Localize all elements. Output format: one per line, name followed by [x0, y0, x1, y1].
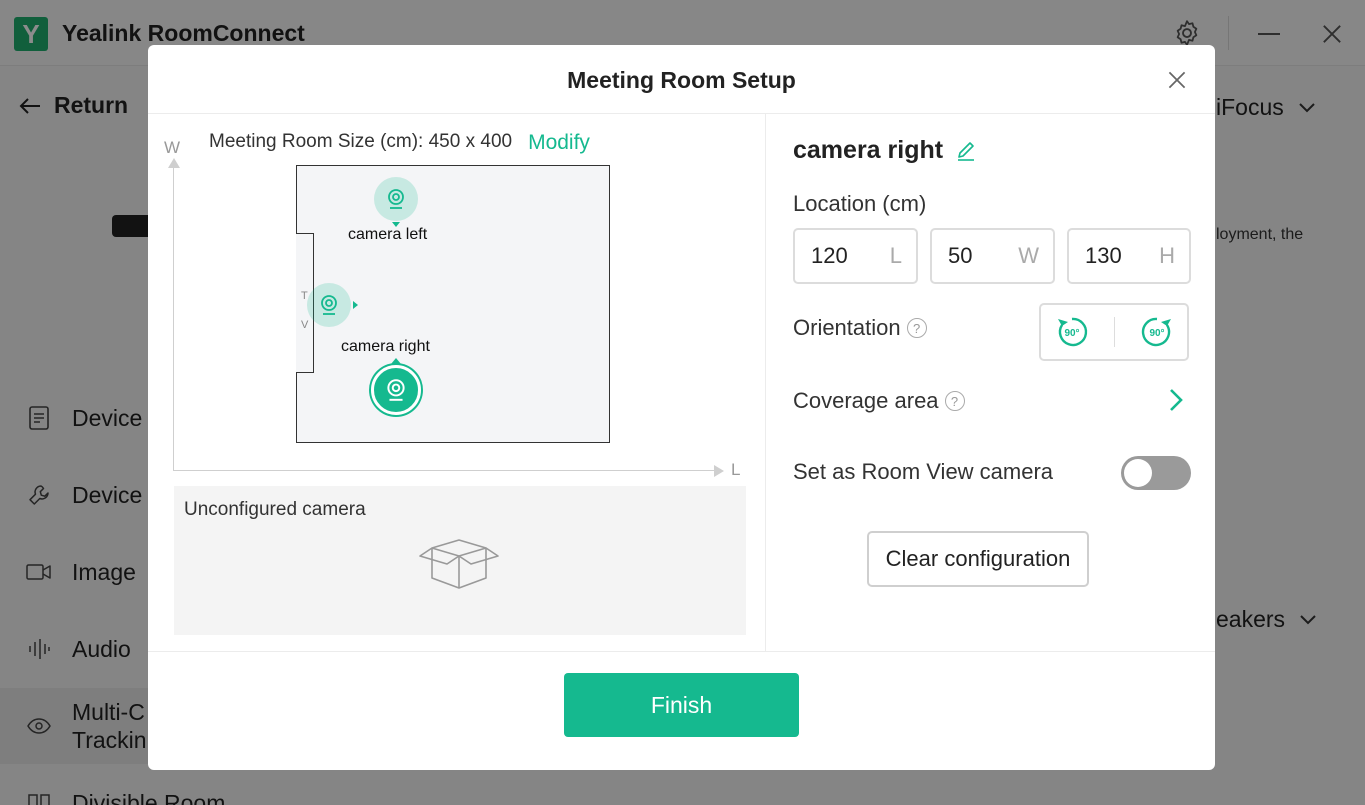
edit-pencil-icon[interactable] — [955, 140, 977, 162]
camera-right-marker[interactable] — [371, 365, 421, 415]
webcam-icon — [387, 379, 405, 401]
dialog-close-icon[interactable] — [1164, 67, 1190, 93]
rotate-right-button[interactable]: 90° — [1138, 313, 1176, 351]
camera-name-row: camera right — [793, 136, 977, 165]
room-size-row: Meeting Room Size (cm): 450 x 400 Modify — [209, 131, 590, 155]
modify-room-size-link[interactable]: Modify — [528, 131, 590, 155]
camera-name: camera right — [793, 136, 944, 164]
axis-w-label: W — [164, 138, 181, 157]
axis-l-line — [173, 470, 718, 471]
location-h-value: 130 — [1085, 243, 1122, 268]
axis-w-line — [173, 163, 174, 471]
help-icon[interactable]: ? — [906, 318, 927, 338]
clear-configuration-button[interactable]: Clear configuration — [867, 531, 1089, 587]
camera-left-marker[interactable] — [374, 177, 418, 221]
location-l-value: 120 — [811, 243, 848, 268]
location-l-unit: L — [889, 243, 902, 268]
unconfigured-camera-area: Unconfigured camera — [174, 486, 746, 635]
orientation-label: Orientation — [793, 315, 901, 340]
meeting-room-setup-dialog: Meeting Room Setup W L Meeting Room Size… — [148, 45, 1215, 770]
webcam-icon — [321, 295, 337, 315]
camera-right-label: camera right — [341, 338, 430, 355]
coverage-area-row[interactable]: Coverage area ? — [793, 388, 965, 414]
finish-button[interactable]: Finish — [564, 673, 799, 737]
room-view-camera-toggle[interactable] — [1121, 456, 1191, 490]
location-w-input[interactable]: 50 W — [930, 228, 1055, 284]
tv-camera-direction-icon — [353, 301, 358, 309]
location-h-unit: H — [1159, 243, 1175, 268]
location-label: Location (cm) — [793, 191, 927, 216]
axis-l-arrow — [714, 465, 724, 477]
empty-box-icon — [419, 539, 499, 589]
rotate-left-button[interactable]: 90° — [1053, 313, 1091, 351]
chevron-right-icon[interactable] — [1166, 387, 1186, 413]
camera-left-label: camera left — [348, 226, 428, 243]
svg-text:90°: 90° — [1149, 328, 1164, 339]
header-divider — [148, 113, 1215, 114]
dialog-title: Meeting Room Setup — [567, 67, 796, 93]
room-view-camera-label: Set as Room View camera — [793, 459, 1054, 484]
axis-w-arrow — [168, 158, 180, 168]
help-icon[interactable]: ? — [944, 391, 965, 411]
axis-l-label: L — [731, 460, 741, 479]
toggle-knob — [1124, 459, 1152, 487]
tv-camera-marker[interactable] — [307, 283, 351, 327]
orientation-controls: 90° 90° — [1039, 303, 1189, 361]
location-h-input[interactable]: 130 H — [1067, 228, 1191, 284]
webcam-icon — [388, 189, 404, 209]
location-w-unit: W — [1018, 243, 1039, 268]
room-size-text: Meeting Room Size (cm): 450 x 400 — [209, 131, 513, 152]
svg-text:90°: 90° — [1064, 328, 1079, 339]
unconfigured-camera-label: Unconfigured camera — [184, 499, 366, 520]
tv-letter: V — [301, 319, 309, 331]
camera-right-direction-icon — [391, 358, 401, 364]
footer-divider — [148, 651, 1215, 652]
location-l-input[interactable]: 120 L — [793, 228, 918, 284]
orientation-separator — [1113, 317, 1115, 347]
coverage-area-label: Coverage area — [793, 388, 939, 413]
rotate-right-icon: 90° — [1141, 317, 1171, 347]
rotate-left-icon: 90° — [1057, 317, 1087, 347]
panel-divider — [765, 114, 766, 651]
orientation-row: Orientation ? — [793, 315, 927, 341]
location-w-value: 50 — [948, 243, 973, 268]
